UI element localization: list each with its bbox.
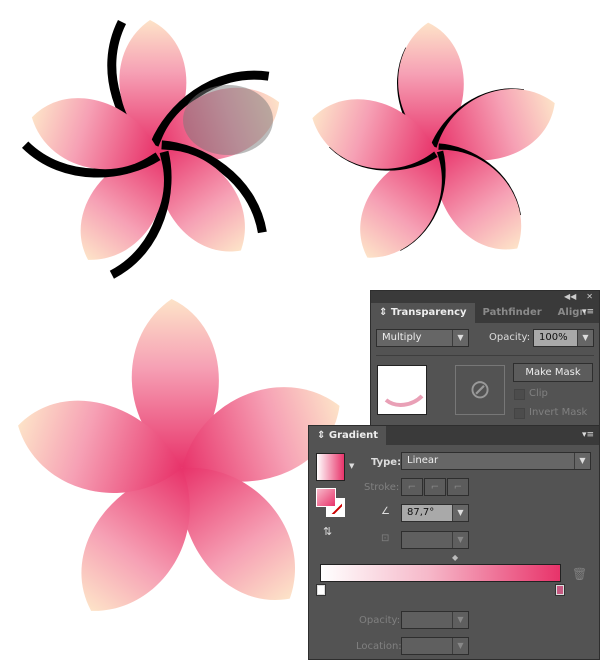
no-mask-icon: ⊘ xyxy=(469,375,491,405)
aspect-ratio-icon: ⊡ xyxy=(381,533,390,544)
gradient-title: Gradient xyxy=(328,430,379,441)
flower-3 xyxy=(5,299,355,635)
type-label: Type: xyxy=(371,457,402,468)
divider xyxy=(376,355,594,356)
gradient-slider[interactable] xyxy=(320,564,561,582)
clip-checkbox[interactable] xyxy=(514,389,525,400)
angle-input[interactable]: 87,7° ▼ xyxy=(401,504,469,522)
chevron-down-icon: ▼ xyxy=(452,638,468,654)
flower-2 xyxy=(303,22,566,276)
chevron-down-icon: ▼ xyxy=(574,453,590,469)
location-input[interactable]: ▼ xyxy=(401,637,469,655)
stop-opacity-label: Opacity: xyxy=(359,615,401,626)
stroke-across-button[interactable]: ⌐ xyxy=(447,478,469,496)
chevron-down-icon: ▼ xyxy=(452,330,468,346)
chevron-down-icon: ▼ xyxy=(452,505,468,521)
blend-mode-value: Multiply xyxy=(382,332,422,343)
invert-mask-label: Invert Mask xyxy=(529,407,588,418)
tab-label: Transparency xyxy=(390,307,467,318)
tab-gradient[interactable]: ⇕ Gradient xyxy=(309,426,387,445)
stroke-along-button[interactable]: ⌐ xyxy=(424,478,446,496)
angle-icon: ∠ xyxy=(381,506,390,517)
flower-1 xyxy=(20,20,291,282)
reverse-gradient-icon[interactable]: ⇅ xyxy=(323,525,332,538)
opacity-value: 100% xyxy=(539,332,568,343)
make-mask-button[interactable]: Make Mask xyxy=(513,363,593,382)
panel-topbar: ◀◀ ✕ xyxy=(371,291,599,303)
type-value: Linear xyxy=(407,455,439,466)
stroke-within-button[interactable]: ⌐ xyxy=(401,478,423,496)
location-label: Location: xyxy=(356,641,402,652)
panel-menu-icon[interactable]: ▾≡ xyxy=(582,430,594,440)
close-icon[interactable]: ✕ xyxy=(586,291,593,303)
stop-opacity-input[interactable]: ▼ xyxy=(401,611,469,629)
blend-mode-select[interactable]: Multiply ▼ xyxy=(376,329,469,347)
gradient-type-select[interactable]: Linear ▼ xyxy=(401,452,591,470)
fill-swatch[interactable] xyxy=(316,488,336,507)
gradient-stop-white[interactable] xyxy=(316,584,326,596)
object-thumbnail[interactable] xyxy=(377,365,427,415)
chevron-down-icon: ▼ xyxy=(577,330,593,346)
tab-transparency[interactable]: ⇕ Transparency xyxy=(371,303,475,323)
angle-value: 87,7° xyxy=(407,507,435,518)
opacity-label: Opacity: xyxy=(489,332,531,343)
tab-pathfinder[interactable]: Pathfinder xyxy=(475,303,550,323)
aspect-ratio-input[interactable]: ▼ xyxy=(401,531,469,549)
opacity-input[interactable]: 100% ▼ xyxy=(533,329,594,347)
clip-label: Clip xyxy=(529,388,548,399)
chevron-down-icon: ▼ xyxy=(452,532,468,548)
selection-overlay xyxy=(183,85,273,155)
stroke-label: Stroke: xyxy=(364,482,400,493)
chevron-down-icon: ▼ xyxy=(452,612,468,628)
mask-thumbnail[interactable]: ⊘ xyxy=(455,365,505,415)
gradient-preview-swatch[interactable] xyxy=(316,453,345,481)
chevron-down-icon[interactable]: ▼ xyxy=(349,462,354,470)
midpoint-diamond[interactable]: ◆ xyxy=(452,553,458,562)
invert-mask-checkbox[interactable] xyxy=(514,408,525,419)
delete-stop-icon[interactable]: 🗑 xyxy=(572,567,587,581)
thumbnail-swoosh xyxy=(384,394,424,407)
gradient-panel: ⇕ Gradient ▾≡ ▼ ⇅ Type: Linear ▼ Stroke: … xyxy=(308,425,600,660)
panel-menu-icon[interactable]: ▾≡ xyxy=(582,307,594,317)
gradient-stop-pink[interactable] xyxy=(555,584,565,596)
collapse-icon[interactable]: ◀◀ xyxy=(564,291,576,303)
transparency-panel: ◀◀ ✕ ⇕ Transparency Pathfinder Align ▾≡ … xyxy=(370,290,600,426)
